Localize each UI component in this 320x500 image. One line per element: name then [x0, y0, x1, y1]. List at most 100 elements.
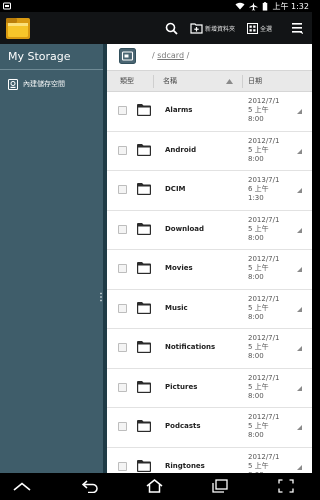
- row-menu-icon[interactable]: [297, 464, 302, 470]
- row-checkbox[interactable]: [118, 382, 127, 392]
- folder-icon: [137, 380, 151, 393]
- airplane-mode-icon: [249, 1, 259, 11]
- folder-name: Android: [165, 145, 197, 154]
- table-header: 類型 名稱 日期: [107, 70, 312, 92]
- folder-icon: [137, 183, 151, 195]
- folder-name: Movies: [165, 264, 193, 272]
- table-row[interactable]: DCIM 2013/7/1 6 上午 1:30: [107, 171, 312, 211]
- storage-path-icon[interactable]: [119, 48, 136, 64]
- folder-icon: [137, 301, 151, 314]
- column-divider: [153, 75, 154, 88]
- sidebar: My Storage 內建儲存空間: [0, 44, 103, 473]
- row-checkbox[interactable]: [118, 461, 127, 471]
- new-folder-label: 新增資料夾: [205, 25, 236, 33]
- internal-storage-icon: [8, 78, 18, 90]
- folder-name: Pictures: [165, 382, 198, 391]
- path-bar: / sdcard /: [107, 44, 312, 70]
- row-checkbox[interactable]: [118, 343, 127, 352]
- recent-apps-icon[interactable]: [212, 479, 228, 493]
- modified-date: 2012/7/1 5 上午 8:00: [248, 294, 280, 321]
- sidebar-item-label: 內建儲存空間: [23, 80, 65, 88]
- select-all-label: 全選: [260, 25, 273, 33]
- row-menu-icon[interactable]: [297, 267, 302, 272]
- table-row[interactable]: Android 2012/7/1 5 上午 8:00: [107, 132, 312, 171]
- modified-date: 2012/7/1 5 上午 8:00: [248, 373, 280, 400]
- table-row[interactable]: Movies 2012/7/1 5 上午 8:00: [107, 250, 312, 290]
- sort-ascending-icon[interactable]: [226, 79, 233, 84]
- table-row[interactable]: Notifications 2012/7/1 5 上午 8:00: [107, 329, 312, 369]
- row-menu-icon[interactable]: [297, 346, 302, 351]
- folder-icon: [137, 262, 151, 274]
- table-row[interactable]: Download 2012/7/1 5 上午 8:00: [107, 211, 312, 250]
- row-menu-icon[interactable]: [297, 425, 302, 430]
- screenshot-icon[interactable]: [278, 479, 294, 493]
- path-separator: /: [152, 51, 155, 60]
- column-header-name[interactable]: 名稱: [163, 76, 177, 86]
- overflow-menu-icon: [291, 23, 303, 34]
- folder-icon: [137, 341, 151, 353]
- row-checkbox[interactable]: [118, 422, 127, 431]
- system-nav-bar: [0, 473, 312, 500]
- table-row[interactable]: Music 2012/7/1 5 上午 8:00: [107, 290, 312, 329]
- wifi-icon: [235, 2, 245, 10]
- folder-name: Download: [165, 224, 205, 233]
- column-divider: [242, 75, 243, 88]
- select-all-button[interactable]: 全選: [247, 12, 279, 44]
- file-manager-app-icon[interactable]: [5, 14, 31, 42]
- status-icons: 上午 1:32: [235, 0, 309, 12]
- back-icon[interactable]: [82, 480, 98, 493]
- breadcrumb-sdcard[interactable]: sdcard: [157, 51, 184, 60]
- action-bar: 新增資料夾 全選: [0, 12, 312, 44]
- table-row[interactable]: Podcasts 2012/7/1 5 上午 8:00: [107, 408, 312, 448]
- row-checkbox[interactable]: [118, 106, 127, 115]
- new-folder-button[interactable]: 新增資料夾: [190, 12, 242, 44]
- status-time: 上午 1:32: [272, 1, 309, 11]
- modified-date: 2012/7/1 5 上午 8:00: [248, 334, 280, 360]
- modified-date: 2012/7/1 5 上午 8:00: [248, 215, 280, 242]
- folder-icon: [137, 143, 151, 156]
- select-all-icon: [247, 22, 258, 34]
- modified-date: 2012/7/1 5 上午 8:00: [248, 255, 280, 281]
- path-separator: /: [186, 51, 190, 60]
- file-list-pane: / sdcard / 類型 名稱 日期 Alarms 2012/7/1 5 上午…: [107, 44, 312, 473]
- breadcrumb: / sdcard /: [152, 51, 189, 60]
- nav-up-icon[interactable]: [13, 482, 31, 491]
- row-menu-icon[interactable]: [297, 148, 302, 154]
- sidebar-title: My Storage: [8, 50, 71, 63]
- column-header-date[interactable]: 日期: [248, 76, 262, 86]
- home-icon[interactable]: [146, 479, 163, 493]
- sidebar-divider: [0, 69, 103, 70]
- row-checkbox[interactable]: [118, 145, 127, 155]
- row-checkbox[interactable]: [118, 303, 127, 313]
- modified-date: 2012/7/1 5 上午 8:00: [248, 136, 280, 163]
- row-checkbox[interactable]: [118, 185, 127, 194]
- modified-date: 2013/7/1 6 上午 1:30: [248, 176, 280, 202]
- folder-name: DCIM: [165, 185, 186, 193]
- status-bar: 上午 1:32: [0, 0, 312, 12]
- folder-name: Ringtones: [165, 461, 205, 470]
- row-menu-icon[interactable]: [297, 306, 302, 312]
- row-menu-icon[interactable]: [297, 227, 302, 233]
- table-row[interactable]: Alarms 2012/7/1 5 上午 8:00: [107, 92, 312, 132]
- row-menu-icon[interactable]: [297, 188, 302, 193]
- search-button[interactable]: [160, 12, 182, 44]
- table-row[interactable]: Ringtones 2012/7/1 5 上午 8:00: [107, 448, 312, 474]
- folder-icon: [137, 420, 151, 432]
- column-header-type[interactable]: 類型: [120, 76, 134, 86]
- row-checkbox[interactable]: [118, 264, 127, 273]
- folder-name: Alarms: [165, 106, 193, 114]
- table-row[interactable]: Pictures 2012/7/1 5 上午 8:00: [107, 369, 312, 408]
- overflow-menu-button[interactable]: [286, 12, 308, 44]
- notification-icon: [3, 2, 11, 10]
- folder-name: Music: [165, 303, 188, 312]
- sidebar-item-internal-storage[interactable]: 內建儲存空間: [8, 77, 100, 91]
- folder-name: Notifications: [165, 343, 216, 351]
- folder-icon: [137, 104, 151, 116]
- modified-date: 2012/7/1 5 上午 8:00: [248, 452, 280, 474]
- folder-icon: [137, 459, 151, 472]
- new-folder-icon: [190, 23, 203, 34]
- battery-icon: [263, 1, 268, 11]
- row-checkbox[interactable]: [118, 224, 127, 234]
- row-menu-icon[interactable]: [297, 109, 302, 114]
- row-menu-icon[interactable]: [297, 385, 302, 391]
